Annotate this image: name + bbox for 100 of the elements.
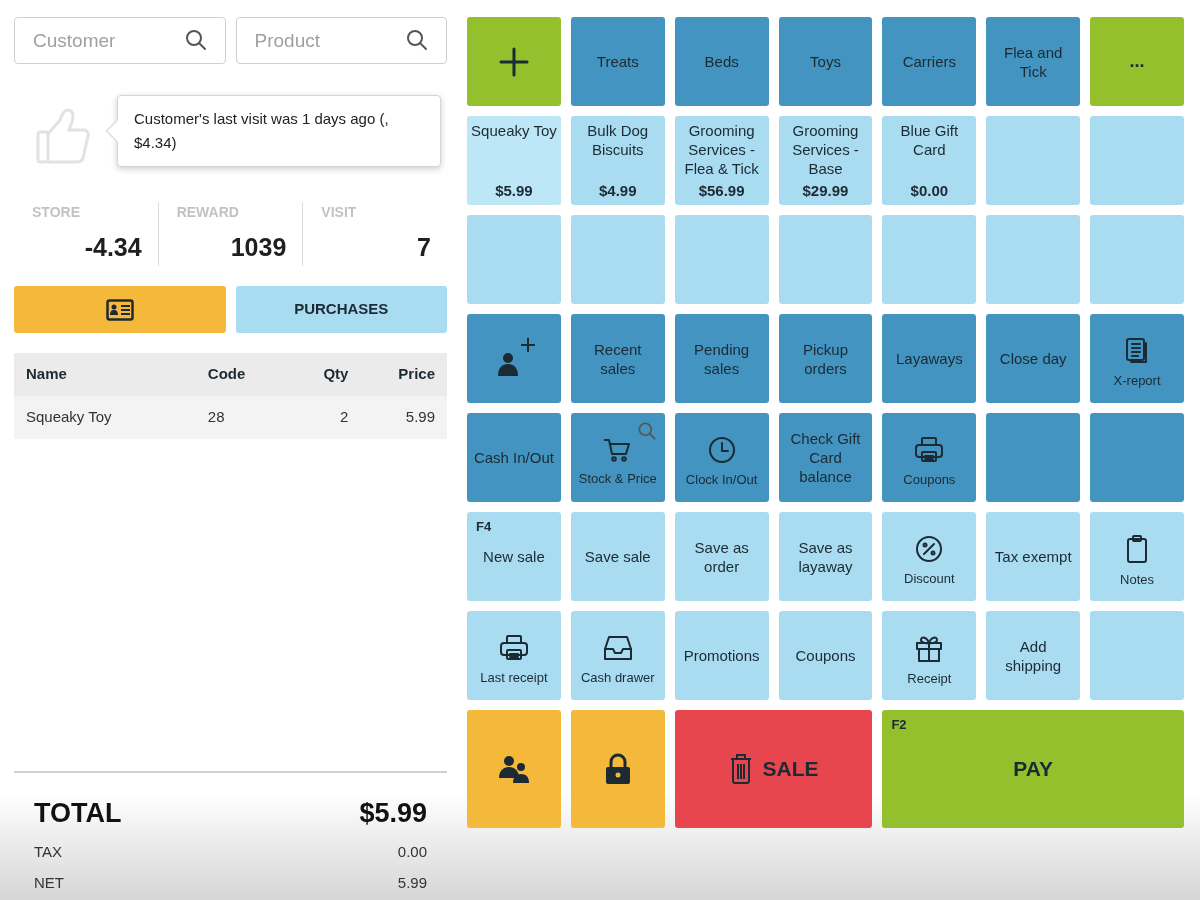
blank-tile[interactable] bbox=[882, 215, 977, 304]
category-tile[interactable]: Flea and Tick bbox=[986, 17, 1081, 106]
blank-tile[interactable] bbox=[986, 215, 1081, 304]
tile-label: New sale bbox=[483, 547, 545, 566]
tile-label: Carriers bbox=[902, 52, 956, 71]
action-tile[interactable]: Save as layaway bbox=[778, 512, 873, 601]
tile-label: Coupons bbox=[903, 470, 956, 489]
tile-label: Treats bbox=[596, 52, 639, 71]
tile-label: Last receipt bbox=[480, 668, 548, 687]
pay-button[interactable]: F2 PAY bbox=[882, 710, 1184, 828]
product-tile[interactable]: Squeaky Toy $5.99 bbox=[467, 116, 561, 205]
tile-label: ... bbox=[1129, 52, 1145, 71]
stat-value: 1039 bbox=[230, 232, 287, 263]
customers-tile[interactable] bbox=[467, 710, 561, 828]
product-price: $56.99 bbox=[698, 180, 745, 201]
action-tile[interactable]: Close day bbox=[986, 314, 1081, 403]
tile-label: Stock & Price bbox=[578, 469, 657, 488]
tile-label: Close day bbox=[999, 349, 1067, 368]
blank-tile[interactable] bbox=[986, 116, 1081, 205]
add-customer-tile[interactable] bbox=[467, 314, 561, 403]
action-tile[interactable]: Pending sales bbox=[674, 314, 769, 403]
product-name: Bulk Dog Biscuits bbox=[586, 121, 650, 159]
summary-label: TAX bbox=[34, 842, 63, 862]
action-tile[interactable]: X-report bbox=[1090, 314, 1184, 403]
action-tile[interactable]: Clock In/Out bbox=[674, 413, 769, 502]
blank-tile[interactable] bbox=[467, 215, 561, 304]
add-tile[interactable] bbox=[467, 17, 561, 106]
action-tile[interactable]: Tax exempt bbox=[986, 512, 1081, 601]
category-tile[interactable]: Beds bbox=[674, 17, 769, 106]
lock-tile[interactable] bbox=[570, 710, 665, 828]
product-tile[interactable]: Grooming Services - Flea & Tick $56.99 bbox=[674, 116, 769, 205]
product-tile[interactable]: Bulk Dog Biscuits $4.99 bbox=[570, 116, 665, 205]
product-price: $0.00 bbox=[910, 180, 949, 201]
product-tile[interactable]: Blue Gift Card $0.00 bbox=[882, 116, 977, 205]
action-tile[interactable]: Receipt bbox=[882, 611, 977, 700]
column-header: Code bbox=[195, 353, 283, 396]
action-tile[interactable]: Discount bbox=[882, 512, 977, 601]
table-cell: 5.99 bbox=[360, 396, 447, 439]
blank-tile[interactable] bbox=[1090, 611, 1184, 700]
product-tile[interactable]: Grooming Services - Base $29.99 bbox=[778, 116, 873, 205]
category-tile[interactable]: Treats bbox=[570, 17, 665, 106]
action-tile[interactable]: Check Gift Card balance bbox=[778, 413, 873, 502]
action-tile[interactable]: Save sale bbox=[570, 512, 665, 601]
stat-value: -4.34 bbox=[84, 232, 142, 263]
tile-label: Clock In/Out bbox=[685, 470, 758, 489]
button-label: PAY bbox=[1013, 756, 1054, 783]
tile-label: Save sale bbox=[584, 547, 651, 566]
blank-tile[interactable] bbox=[1090, 116, 1184, 205]
search-icon bbox=[636, 420, 657, 442]
action-tile[interactable]: Recent sales bbox=[570, 314, 665, 403]
category-tile[interactable]: Carriers bbox=[882, 17, 977, 106]
tile-label: Notes bbox=[1120, 570, 1155, 589]
search-icon bbox=[405, 28, 429, 52]
action-tile[interactable]: Add shipping bbox=[986, 611, 1081, 700]
tile-label: Coupons bbox=[795, 646, 856, 665]
action-tile[interactable]: Cash drawer bbox=[570, 611, 665, 700]
category-tile[interactable]: Toys bbox=[778, 17, 873, 106]
action-tile[interactable]: Coupons bbox=[778, 611, 873, 700]
tile-label: Promotions bbox=[683, 646, 760, 665]
stat-label: VISIT bbox=[321, 203, 357, 222]
tile-label: Cash drawer bbox=[580, 668, 655, 687]
more-tile[interactable]: ... bbox=[1090, 17, 1184, 106]
purchases-button[interactable]: PURCHASES bbox=[235, 286, 447, 333]
action-tile[interactable]: Stock & Price bbox=[570, 413, 665, 502]
tile-label: Check Gift Card balance bbox=[789, 429, 862, 486]
trash-icon bbox=[728, 753, 753, 785]
blank-tile[interactable] bbox=[1090, 413, 1184, 502]
action-tile[interactable]: Pickup orders bbox=[778, 314, 873, 403]
table-cell: Squeaky Toy bbox=[14, 396, 196, 439]
action-tile[interactable]: Coupons bbox=[882, 413, 977, 502]
search-field[interactable]: Customer bbox=[14, 17, 226, 64]
column-header: Name bbox=[14, 353, 196, 396]
action-tile[interactable]: Last receipt bbox=[467, 611, 561, 700]
customer-card-button[interactable] bbox=[14, 286, 226, 333]
blank-tile[interactable] bbox=[778, 215, 873, 304]
blank-tile[interactable] bbox=[674, 215, 769, 304]
action-tile[interactable]: F4 New sale bbox=[467, 512, 561, 601]
blank-tile[interactable] bbox=[570, 215, 665, 304]
tile-label: X-report bbox=[1113, 371, 1161, 390]
summary-value: 5.99 bbox=[397, 872, 427, 893]
action-tile[interactable]: Cash In/Out bbox=[467, 413, 561, 502]
search-field[interactable]: Product bbox=[235, 17, 447, 64]
hotkey-label: F4 bbox=[476, 518, 492, 536]
hotkey-label: F2 bbox=[891, 716, 907, 734]
search-icon bbox=[183, 28, 208, 52]
column-header: Price bbox=[360, 353, 447, 396]
product-name: Squeaky Toy bbox=[471, 121, 557, 140]
product-price: $4.99 bbox=[599, 180, 637, 201]
action-tile[interactable]: Save as order bbox=[674, 512, 769, 601]
void-sale-button[interactable]: SALE bbox=[674, 710, 873, 828]
table-cell: 28 bbox=[195, 396, 283, 439]
percent-icon bbox=[915, 534, 944, 563]
action-tile[interactable]: Layaways bbox=[882, 314, 977, 403]
action-tile[interactable]: Notes bbox=[1090, 512, 1184, 601]
action-tile[interactable]: Promotions bbox=[674, 611, 769, 700]
blank-tile[interactable] bbox=[986, 413, 1081, 502]
stat-value: 7 bbox=[417, 232, 431, 263]
stat-label: STORE bbox=[32, 203, 80, 222]
tile-label: Save as layaway bbox=[797, 537, 854, 576]
blank-tile[interactable] bbox=[1090, 215, 1184, 304]
